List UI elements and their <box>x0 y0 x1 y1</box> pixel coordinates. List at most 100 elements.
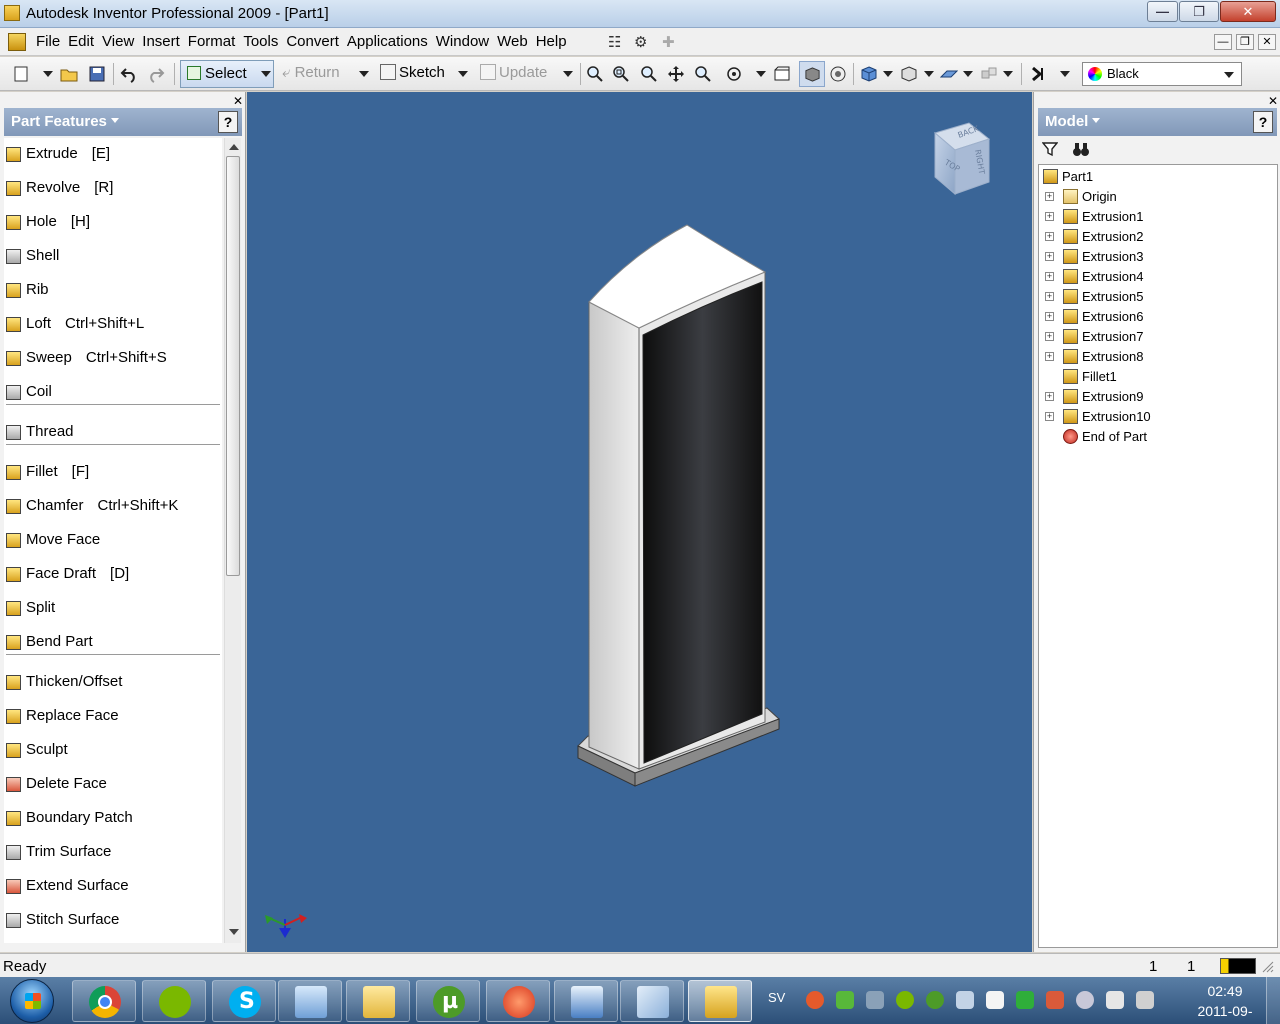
taskbar-skype[interactable]: S <box>212 980 276 1022</box>
feature-face-draft[interactable]: Face Draft [D] <box>4 560 222 588</box>
tray-network-icon[interactable] <box>866 991 884 1009</box>
graphics-viewport[interactable]: BACK TOP RIGHT <box>247 92 1032 952</box>
iso-view-icon[interactable] <box>860 65 878 83</box>
orbit-icon[interactable] <box>725 65 743 83</box>
feature-thicken-offset[interactable]: Thicken/Offset <box>4 668 222 696</box>
color-style-dropdown[interactable]: Black <box>1082 62 1242 86</box>
menu-window[interactable]: Window <box>432 33 493 50</box>
orbit-dropdown-arrow[interactable] <box>756 71 766 77</box>
expand-icon[interactable]: + <box>1045 192 1054 201</box>
feature-boundary-patch[interactable]: Boundary Patch <box>4 804 222 832</box>
work-feature-dropdown-arrow[interactable] <box>1003 71 1013 77</box>
feature-hole[interactable]: Hole [H] <box>4 208 222 236</box>
language-indicator[interactable]: SV <box>768 990 785 1005</box>
filter-icon[interactable] <box>1042 141 1058 157</box>
tray-volume-icon[interactable] <box>1136 991 1154 1009</box>
taskbar-explorer[interactable] <box>346 980 410 1022</box>
feature-sculpt[interactable]: Sculpt <box>4 736 222 764</box>
minimize-button[interactable]: — <box>1147 1 1178 22</box>
zoom-window-icon[interactable] <box>612 65 630 83</box>
doc-close-button[interactable]: ✕ <box>1258 34 1276 50</box>
new-icon[interactable] <box>12 65 30 83</box>
sketch-dropdown-arrow[interactable] <box>458 71 468 77</box>
update-dropdown-arrow[interactable] <box>563 71 573 77</box>
panel-close-icon[interactable]: ✕ <box>233 94 243 108</box>
tray-check-icon[interactable] <box>836 991 854 1009</box>
menu-tools[interactable]: Tools <box>239 33 282 50</box>
feature-thread[interactable]: Thread <box>4 418 222 446</box>
tray-speaker-icon[interactable] <box>1046 991 1064 1009</box>
expand-icon[interactable]: + <box>1045 332 1054 341</box>
taskbar-network[interactable] <box>278 980 342 1022</box>
feature-chamfer[interactable]: Chamfer Ctrl+Shift+K <box>4 492 222 520</box>
feature-bend-part[interactable]: Bend Part <box>4 628 222 656</box>
tray-device-icon[interactable] <box>956 991 974 1009</box>
doc-restore-button[interactable]: ❐ <box>1236 34 1254 50</box>
look-at-icon[interactable] <box>773 65 791 83</box>
work-plane-dropdown-arrow[interactable] <box>963 71 973 77</box>
scroll-up-icon[interactable] <box>229 144 239 150</box>
section-view-icon[interactable] <box>900 65 918 83</box>
expand-icon[interactable]: + <box>1045 312 1054 321</box>
menu-view[interactable]: View <box>98 33 138 50</box>
browser-help-button[interactable]: ? <box>1253 111 1273 133</box>
tray-flash-icon[interactable] <box>806 991 824 1009</box>
taskbar-notes[interactable] <box>620 980 684 1022</box>
feature-rib[interactable]: Rib <box>4 276 222 304</box>
expand-icon[interactable]: + <box>1045 352 1054 361</box>
undo-icon[interactable] <box>120 65 138 83</box>
pin-icon[interactable]: ⚙ <box>634 33 647 51</box>
tray-security-icon[interactable] <box>1016 991 1034 1009</box>
scroll-thumb[interactable] <box>226 156 240 576</box>
inventor-app-icon[interactable] <box>4 5 20 21</box>
save-icon[interactable] <box>88 65 106 83</box>
feature-loft[interactable]: Loft Ctrl+Shift+L <box>4 310 222 338</box>
resize-grip-icon[interactable] <box>1262 961 1274 973</box>
doc-minimize-button[interactable]: — <box>1214 34 1232 50</box>
ilogic-icon[interactable] <box>1030 65 1048 83</box>
select-dropdown-arrow[interactable] <box>261 71 271 77</box>
feature-list-scrollbar[interactable] <box>224 138 241 943</box>
find-binoculars-icon[interactable] <box>1072 141 1090 157</box>
menu-convert[interactable]: Convert <box>282 33 343 50</box>
tray-bluetooth-icon[interactable] <box>1076 991 1094 1009</box>
feature-move-face[interactable]: Move Face <box>4 526 222 554</box>
tray-network-status-icon[interactable] <box>1106 991 1124 1009</box>
feature-fillet[interactable]: Fillet [F] <box>4 458 222 486</box>
close-button[interactable]: ✕ <box>1220 1 1276 22</box>
zoom-selected-icon[interactable] <box>694 65 712 83</box>
ilogic-dropdown-arrow[interactable] <box>1060 71 1070 77</box>
taskbar-spotify[interactable] <box>142 980 206 1022</box>
zoom-icon[interactable] <box>640 65 658 83</box>
tray-utorrent-icon[interactable] <box>926 991 944 1009</box>
sketch-button[interactable]: Sketch <box>380 62 445 86</box>
shaded-display-button[interactable] <box>799 61 825 87</box>
menu-insert[interactable]: Insert <box>138 33 184 50</box>
menu-applications[interactable]: Applications <box>343 33 432 50</box>
tray-clock[interactable]: 02:49 2011-09-27 <box>1190 981 1260 1024</box>
return-button[interactable]: ⤶ Return <box>282 62 340 86</box>
expand-icon[interactable]: + <box>1045 232 1054 241</box>
part-features-header[interactable]: Part Features ? <box>4 108 242 136</box>
model-browser-header[interactable]: Model ? <box>1038 108 1277 136</box>
select-button[interactable]: Select <box>180 60 274 88</box>
feature-replace-face[interactable]: Replace Face <box>4 702 222 730</box>
expand-icon[interactable]: + <box>1045 392 1054 401</box>
open-icon[interactable] <box>60 65 78 83</box>
feature-shell[interactable]: Shell <box>4 242 222 270</box>
expand-icon[interactable]: + <box>1045 252 1054 261</box>
scroll-down-icon[interactable] <box>229 929 239 935</box>
new-dropdown-arrow[interactable] <box>43 71 53 77</box>
feature-extrude[interactable]: Extrude [E] <box>4 140 222 168</box>
feature-revolve[interactable]: Revolve [R] <box>4 174 222 202</box>
menu-file[interactable]: File <box>32 33 64 50</box>
shadow-display-icon[interactable] <box>829 65 847 83</box>
expand-icon[interactable]: + <box>1045 412 1054 421</box>
expand-icon[interactable]: + <box>1045 292 1054 301</box>
work-feature-icon[interactable] <box>980 65 998 83</box>
maximize-button[interactable]: ❐ <box>1179 1 1219 22</box>
expand-icon[interactable]: + <box>1045 212 1054 221</box>
feature-stitch-surface[interactable]: Stitch Surface <box>4 906 222 934</box>
menu-web[interactable]: Web <box>493 33 532 50</box>
return-dropdown-arrow[interactable] <box>359 71 369 77</box>
